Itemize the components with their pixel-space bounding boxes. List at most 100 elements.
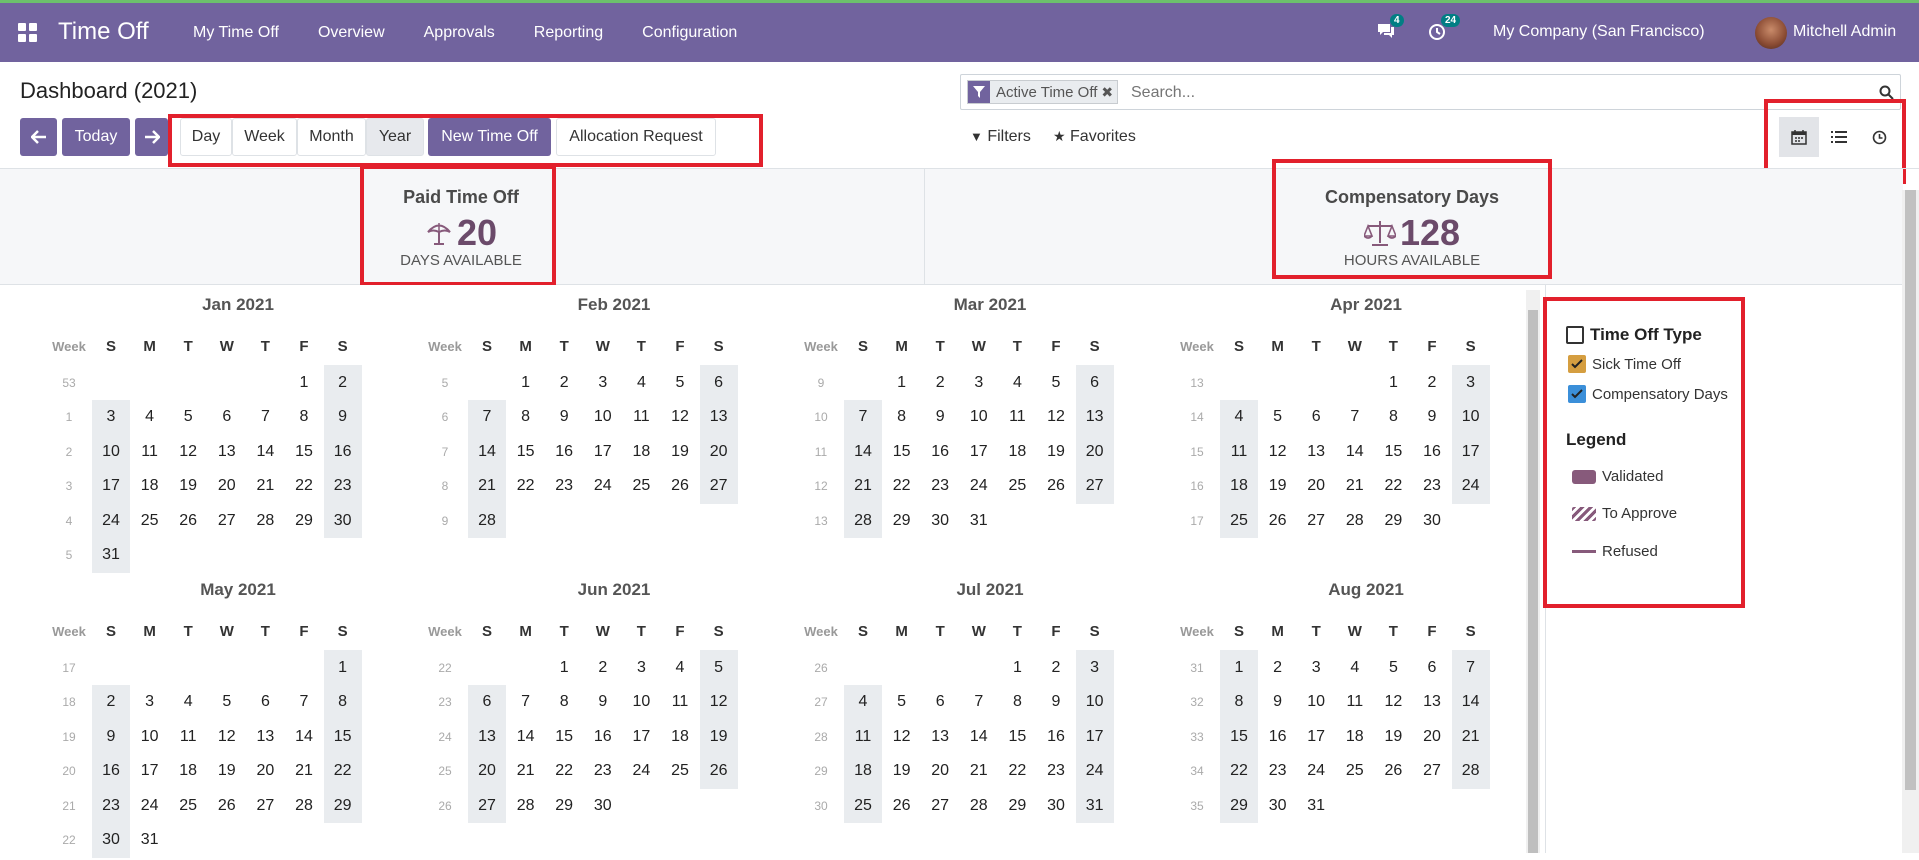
day-cell[interactable]: 2: [323, 365, 362, 400]
day-cell[interactable]: 8: [883, 400, 921, 435]
day-cell[interactable]: 24: [1075, 753, 1114, 789]
day-cell[interactable]: 29: [1374, 503, 1412, 538]
day-cell[interactable]: 7: [468, 399, 506, 435]
day-cell[interactable]: 17: [584, 434, 622, 469]
day-cell[interactable]: 15: [1220, 719, 1258, 754]
user-menu[interactable]: Mitchell Admin: [1793, 23, 1896, 41]
day-cell[interactable]: 22: [507, 469, 545, 504]
day-cell[interactable]: 26: [1037, 469, 1075, 504]
day-cell[interactable]: 8: [1220, 684, 1258, 720]
day-cell[interactable]: 9: [1259, 685, 1297, 720]
day-cell[interactable]: 16: [584, 719, 622, 754]
day-cell[interactable]: 10: [584, 400, 622, 435]
day-cell[interactable]: 5: [208, 685, 246, 720]
day-cell[interactable]: 16: [1037, 719, 1075, 754]
day-cell[interactable]: 19: [208, 754, 246, 789]
day-cell[interactable]: 21: [246, 469, 284, 504]
day-cell[interactable]: 21: [844, 468, 882, 504]
day-cell[interactable]: 4: [131, 400, 169, 435]
day-cell[interactable]: 23: [323, 468, 362, 504]
day-cell[interactable]: 6: [1075, 365, 1114, 400]
day-cell[interactable]: 30: [1413, 503, 1451, 538]
day-cell[interactable]: 11: [131, 434, 169, 469]
day-cell[interactable]: 29: [998, 788, 1036, 823]
day-cell[interactable]: 14: [285, 719, 323, 754]
day-cell[interactable]: 27: [921, 788, 959, 823]
day-cell[interactable]: 27: [246, 788, 284, 823]
day-cell[interactable]: 19: [1259, 469, 1297, 504]
menu-overview[interactable]: Overview: [318, 24, 385, 42]
day-cell[interactable]: 4: [1336, 650, 1374, 685]
day-cell[interactable]: 25: [844, 788, 882, 823]
day-cell[interactable]: 17: [622, 719, 660, 754]
day-cell[interactable]: 2: [1037, 650, 1075, 685]
day-cell[interactable]: 25: [1336, 754, 1374, 789]
day-cell[interactable]: 26: [883, 788, 921, 823]
day-cell[interactable]: 15: [507, 434, 545, 469]
day-cell[interactable]: 9: [1037, 685, 1075, 720]
day-cell[interactable]: 1: [285, 365, 323, 400]
day-cell[interactable]: 22: [1220, 753, 1258, 789]
day-cell[interactable]: 4: [622, 365, 660, 400]
day-cell[interactable]: 17: [1297, 719, 1335, 754]
day-cell[interactable]: 10: [1451, 399, 1490, 435]
day-cell[interactable]: 8: [507, 400, 545, 435]
day-cell[interactable]: 25: [622, 469, 660, 504]
day-cell[interactable]: 9: [545, 400, 583, 435]
day-cell[interactable]: 12: [883, 719, 921, 754]
day-cell[interactable]: 11: [844, 719, 882, 754]
day-cell[interactable]: 11: [1220, 434, 1258, 469]
day-cell[interactable]: 29: [285, 503, 323, 538]
search-icon[interactable]: [1879, 85, 1894, 100]
day-cell[interactable]: 16: [1413, 434, 1451, 469]
next-button[interactable]: [135, 118, 168, 156]
day-cell[interactable]: 22: [285, 469, 323, 504]
day-cell[interactable]: 28: [1336, 503, 1374, 538]
day-cell[interactable]: 8: [545, 685, 583, 720]
day-cell[interactable]: 21: [507, 754, 545, 789]
day-cell[interactable]: 3: [960, 365, 998, 400]
menu-my-time-off[interactable]: My Time Off: [193, 24, 279, 42]
day-cell[interactable]: 7: [1336, 400, 1374, 435]
day-cell[interactable]: 6: [468, 684, 506, 720]
day-cell[interactable]: 25: [169, 788, 207, 823]
day-cell[interactable]: 9: [323, 399, 362, 435]
day-cell[interactable]: 2: [92, 684, 130, 720]
search-facet[interactable]: Active Time Off ✖: [967, 80, 1119, 104]
search-input[interactable]: [1131, 81, 1831, 105]
day-cell[interactable]: 8: [323, 684, 362, 720]
day-cell[interactable]: 26: [1259, 503, 1297, 538]
day-cell[interactable]: 31: [131, 823, 169, 858]
day-cell[interactable]: 23: [1037, 754, 1075, 789]
day-cell[interactable]: 16: [92, 753, 130, 789]
day-cell[interactable]: 11: [1336, 685, 1374, 720]
day-cell[interactable]: 26: [1374, 754, 1412, 789]
day-cell[interactable]: 15: [545, 719, 583, 754]
day-cell[interactable]: 13: [921, 719, 959, 754]
day-cell[interactable]: 3: [622, 650, 660, 685]
day-cell[interactable]: 21: [960, 754, 998, 789]
day-cell[interactable]: 3: [1075, 650, 1114, 685]
favorites-button[interactable]: ★ Favorites: [1053, 128, 1136, 146]
day-cell[interactable]: 10: [92, 434, 130, 469]
day-cell[interactable]: 23: [921, 469, 959, 504]
day-cell[interactable]: 5: [883, 685, 921, 720]
day-cell[interactable]: 29: [323, 788, 362, 823]
day-cell[interactable]: 28: [960, 788, 998, 823]
day-cell[interactable]: 30: [92, 822, 130, 858]
day-cell[interactable]: 23: [1259, 754, 1297, 789]
day-cell[interactable]: 28: [285, 788, 323, 823]
day-cell[interactable]: 25: [131, 503, 169, 538]
day-cell[interactable]: 16: [545, 434, 583, 469]
day-cell[interactable]: 28: [844, 503, 882, 538]
day-cell[interactable]: 14: [246, 434, 284, 469]
day-cell[interactable]: 12: [1037, 400, 1075, 435]
day-cell[interactable]: 14: [1451, 684, 1490, 720]
company-switcher[interactable]: My Company (San Francisco): [1493, 23, 1705, 41]
day-cell[interactable]: 2: [584, 650, 622, 685]
day-cell[interactable]: 3: [1297, 650, 1335, 685]
day-cell[interactable]: 21: [1336, 469, 1374, 504]
app-title[interactable]: Time Off: [58, 18, 149, 46]
day-cell[interactable]: 16: [921, 434, 959, 469]
day-cell[interactable]: 16: [323, 434, 362, 469]
